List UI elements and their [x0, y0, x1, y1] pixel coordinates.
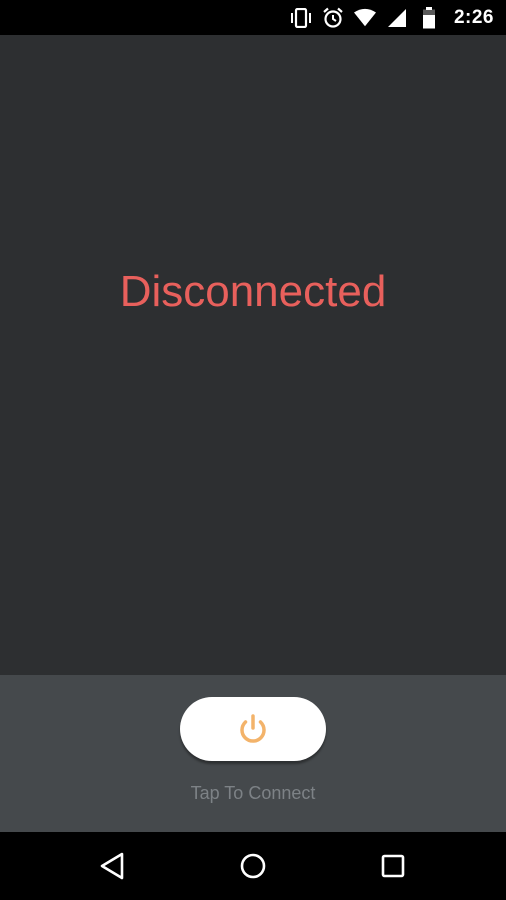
back-button[interactable] — [90, 846, 134, 886]
signal-icon — [386, 7, 408, 29]
connect-button[interactable] — [180, 697, 326, 761]
power-icon — [235, 711, 271, 747]
battery-icon — [418, 6, 440, 29]
status-bar: 2:26 — [0, 0, 506, 35]
connection-status: Disconnected — [119, 267, 387, 316]
alarm-icon — [322, 7, 344, 29]
recents-button[interactable] — [371, 846, 415, 886]
clock: 2:26 — [453, 6, 494, 28]
recents-icon — [380, 853, 406, 879]
connect-panel: Tap To Connect — [0, 675, 506, 832]
back-icon — [99, 852, 125, 880]
home-icon — [239, 852, 267, 880]
wifi-icon — [353, 7, 376, 29]
vibrate-icon — [290, 7, 312, 29]
home-button[interactable] — [231, 846, 275, 886]
navigation-bar — [0, 832, 506, 900]
tap-to-connect-label: Tap To Connect — [190, 783, 316, 803]
main-area: Disconnected — [0, 35, 506, 675]
